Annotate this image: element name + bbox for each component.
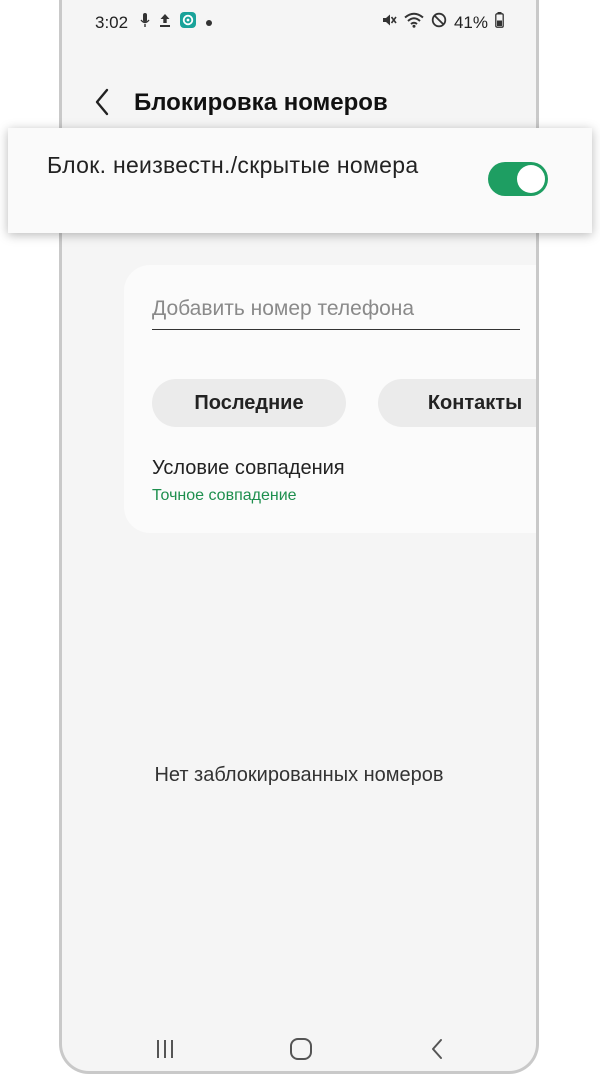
page-title: Блокировка номеров (134, 89, 388, 116)
battery-icon (495, 12, 504, 33)
upload-icon (159, 12, 171, 33)
match-condition-setting[interactable]: Условие совпадения Точное совпадение (152, 457, 345, 505)
recents-icon (157, 1040, 173, 1058)
status-bar: 3:02 41% (62, 0, 536, 44)
status-right-icons: 41% (381, 12, 504, 33)
wifi-icon (404, 12, 424, 33)
block-unknown-toggle-row[interactable]: Блок. неизвестн./скрытые номера (8, 128, 592, 233)
chevron-left-icon (95, 88, 109, 116)
system-back-button[interactable] (422, 1034, 452, 1064)
dot-icon (205, 14, 213, 32)
phone-number-field (152, 293, 520, 330)
home-button[interactable] (286, 1034, 316, 1064)
navigation-bar (62, 1026, 536, 1070)
battery-percent: 41% (453, 12, 488, 32)
phone-number-input[interactable] (152, 293, 520, 325)
do-not-disturb-icon (431, 12, 447, 33)
app-header: Блокировка номеров (62, 80, 536, 124)
block-settings-card: Последние Контакты Условие совпадения То… (124, 265, 536, 533)
recent-button[interactable]: Последние (152, 379, 346, 427)
block-unknown-label: Блок. неизвестн./скрытые номера (47, 152, 419, 178)
match-condition-value: Точное совпадение (152, 487, 297, 504)
switch-knob (517, 165, 545, 193)
match-condition-title: Условие совпадения (152, 457, 345, 479)
home-icon (290, 1038, 312, 1060)
empty-list-message: Нет заблокированных номеров (154, 764, 444, 786)
mute-icon (381, 12, 397, 33)
status-left-icons (140, 12, 213, 33)
contacts-button[interactable]: Контакты (378, 379, 536, 427)
microphone-icon (140, 12, 150, 33)
app-notification-icon (180, 12, 196, 33)
block-unknown-switch[interactable] (488, 162, 548, 196)
recents-button[interactable] (150, 1034, 180, 1064)
back-button[interactable] (88, 86, 116, 118)
status-time: 3:02 (95, 13, 129, 32)
back-icon (432, 1039, 442, 1059)
